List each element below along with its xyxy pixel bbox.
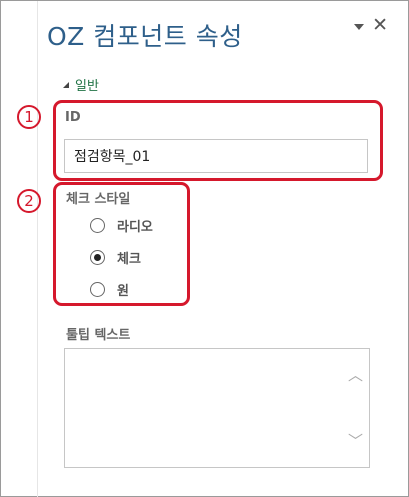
collapse-triangle-icon [63,81,69,88]
close-icon[interactable]: ✕ [372,16,388,35]
scroll-up-icon[interactable]: ︿ [348,368,363,383]
dropdown-arrow-icon[interactable] [354,24,365,30]
annotation-box-2 [53,182,190,306]
section-label: 일반 [75,79,99,94]
annotation-marker-1: 1 [17,105,41,129]
annotation-box-1 [53,100,383,181]
properties-pane: OZ 컴포넌트 속성 ✕ 일반 ID 체크 스타일 라디오 체크 원 툴팁 텍스… [0,0,409,497]
pane-title: OZ 컴포넌트 속성 [47,22,243,51]
section-header-general[interactable]: 일반 [63,75,99,94]
tooltip-text-label: 툴팁 텍스트 [66,328,131,343]
pane-left-border [37,1,38,497]
scroll-down-icon[interactable]: ﹀ [348,434,363,449]
pane-controls: ✕ [354,16,388,35]
tooltip-textarea[interactable]: ︿ ﹀ [64,348,370,468]
annotation-marker-2: 2 [17,189,41,213]
